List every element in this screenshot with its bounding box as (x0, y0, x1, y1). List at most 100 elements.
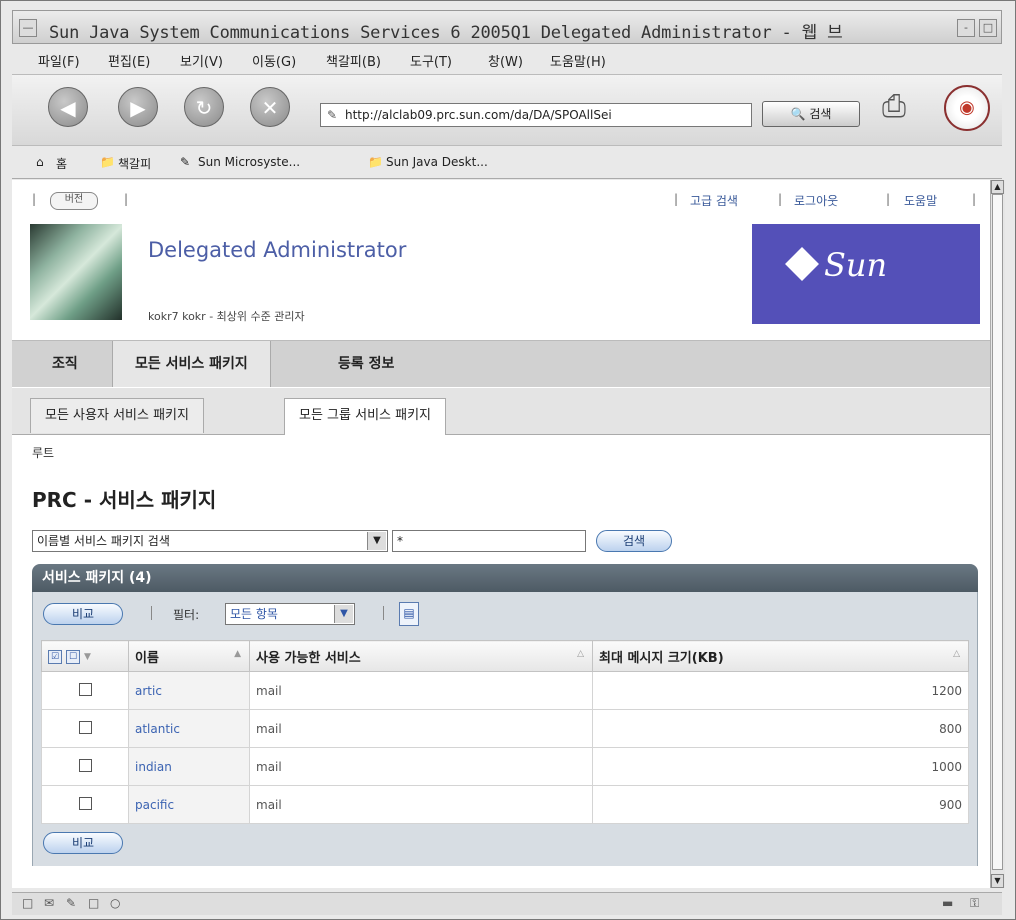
nav-toolbar: ◀ ▶ ↻ ✕ ✎ http://alclab09.prc.sun.com/da… (12, 74, 1002, 146)
search-input[interactable]: * (392, 530, 586, 552)
back-icon[interactable]: ◀ (48, 87, 88, 127)
service-packages-table: ☑ ☐ ▼ 이름▲ 사용 가능한 서비스△ 최대 메시지 크기(KB)△ (41, 640, 969, 824)
scroll-up-icon[interactable]: ▲ (991, 180, 1004, 194)
navigator-icon[interactable]: □ (22, 896, 33, 910)
tab-user-service-packages[interactable]: 모든 사용자 서비스 패키지 (30, 398, 204, 433)
web-search-label: 검색 (809, 107, 832, 121)
reload-icon[interactable]: ↻ (184, 87, 224, 127)
menu-window[interactable]: 창(W) (488, 51, 523, 70)
help-link[interactable]: 도움말 (904, 192, 937, 209)
bookmarks-bar: ⌂ 홈 📁 책갈피 ✎ Sun Microsyste... 📁 Sun Java… (12, 148, 1002, 179)
sun-logo: Sun (752, 224, 980, 324)
tab-properties[interactable]: 등록 정보 (316, 341, 416, 387)
address-book-icon[interactable]: □ (88, 896, 99, 910)
status-bar: □ ✉ ✎ □ ○ ▬ ⚿ (12, 892, 1002, 915)
row-checkbox[interactable] (78, 796, 92, 810)
menu-edit[interactable]: 편집(E) (108, 51, 150, 70)
version-button[interactable]: 버전 (50, 192, 98, 210)
column-header-max-size[interactable]: 최대 메시지 크기(KB) △ (592, 640, 969, 672)
advanced-search-link[interactable]: 고급 검색 (690, 192, 738, 209)
menu-help[interactable]: 도움말(H) (550, 51, 606, 70)
table-row: atlantic mail 800 (41, 709, 969, 748)
filter-select[interactable]: 모든 항목 ▼ (225, 603, 355, 625)
size-cell: 1000 (592, 747, 969, 786)
table-header-row: ☑ ☐ ▼ 이름 ▲ 사용 가능한 서비스 △ 최대 메시지 크기(KB) △ (41, 640, 969, 672)
url-text: http://alclab09.prc.sun.com/da/DA/SPOAll… (345, 108, 612, 122)
sort-icon[interactable]: △ (953, 649, 960, 659)
scrollbar-thumb[interactable] (992, 194, 1003, 870)
search-type-value: 이름별 서비스 패키지 검색 (37, 534, 170, 548)
table-row: artic mail 1200 (41, 671, 969, 710)
package-name-link[interactable]: artic (135, 684, 162, 698)
select-all-icon[interactable]: ☑ (48, 650, 62, 664)
mail-icon[interactable]: ✉ (44, 896, 54, 910)
menu-view[interactable]: 보기(V) (180, 51, 223, 70)
app-name: Delegated Administrator (148, 238, 407, 262)
maximize-icon[interactable]: □ (979, 19, 997, 37)
title-bar: — Sun Java System Communications Service… (12, 10, 1002, 44)
table-title: 서비스 패키지 (4) (32, 564, 978, 592)
window-menu-icon[interactable]: — (19, 19, 37, 37)
url-field[interactable]: ✎ http://alclab09.prc.sun.com/da/DA/SPOA… (320, 103, 752, 127)
services-cell: mail (249, 709, 593, 748)
print-icon[interactable]: ⎙ (882, 89, 922, 125)
page-icon[interactable]: ▤ (399, 602, 419, 626)
sun-logo-mark (785, 247, 819, 281)
search-type-select[interactable]: 이름별 서비스 패키지 검색 ▼ (32, 530, 388, 552)
composer-icon[interactable]: ✎ (66, 896, 76, 910)
menu-file[interactable]: 파일(F) (38, 51, 80, 70)
size-cell: 800 (592, 709, 969, 748)
menu-bookmarks[interactable]: 책갈피(B) (326, 51, 381, 70)
sort-asc-icon[interactable]: ▲ (234, 649, 241, 659)
filter-value: 모든 항목 (230, 607, 278, 621)
home-icon[interactable]: ⌂ (36, 155, 44, 169)
bookmark-folder[interactable]: 책갈피 (118, 155, 151, 172)
folder-icon: 📁 (368, 155, 383, 169)
chevron-down-icon: ▼ (334, 605, 353, 623)
page-title: PRC - 서비스 패키지 (32, 488, 217, 512)
stop-icon[interactable]: ✕ (250, 87, 290, 127)
breadcrumb[interactable]: 루트 (32, 444, 54, 461)
vertical-scrollbar[interactable]: ▲ ▼ (990, 180, 1005, 888)
scroll-down-icon[interactable]: ▼ (991, 874, 1004, 888)
search-button[interactable]: 검색 (596, 530, 672, 552)
row-checkbox[interactable] (78, 682, 92, 696)
forward-icon[interactable]: ▶ (118, 87, 158, 127)
column-header-services[interactable]: 사용 가능한 서비스 △ (249, 640, 593, 672)
deselect-all-icon[interactable]: ☐ (66, 650, 80, 664)
sort-icon[interactable]: △ (577, 649, 584, 659)
minimize-icon[interactable]: - (957, 19, 975, 37)
row-checkbox[interactable] (78, 720, 92, 734)
menu-go[interactable]: 이동(G) (252, 51, 296, 70)
services-cell: mail (249, 747, 593, 786)
header-photo (30, 224, 122, 320)
size-cell: 900 (592, 785, 969, 824)
web-search-button[interactable]: 🔍 검색 (762, 101, 860, 127)
menu-bar: 파일(F) 편집(E) 보기(V) 이동(G) 책갈피(B) 도구(T) 창(W… (12, 46, 1002, 72)
logout-link[interactable]: 로그아웃 (794, 192, 838, 209)
page-icon: ✎ (327, 108, 338, 122)
table-row: pacific mail 900 (41, 785, 969, 824)
table-body-panel: ☑ ☐ ▼ 이름▲ 사용 가능한 서비스△ 최대 메시지 크기(KB)△ (32, 636, 978, 866)
column-header-name[interactable]: 이름 ▲ (128, 640, 250, 672)
tab-group-service-packages[interactable]: 모든 그룹 서비스 패키지 (284, 398, 446, 435)
bookmark-desktop[interactable]: Sun Java Deskt... (386, 155, 488, 169)
compare-button-bottom[interactable]: 비교 (43, 832, 123, 854)
bookmark-sun[interactable]: Sun Microsyste... (198, 155, 300, 169)
package-name-link[interactable]: indian (135, 760, 172, 774)
chevron-down-icon: ▼ (84, 652, 91, 662)
tab-all-service-packages[interactable]: 모든 서비스 패키지 (112, 341, 271, 387)
select-column-header: ☑ ☐ ▼ (41, 640, 129, 672)
menu-tools[interactable]: 도구(T) (410, 51, 452, 70)
tab-organization[interactable]: 조직 (30, 341, 100, 387)
row-checkbox[interactable] (78, 758, 92, 772)
package-name-link[interactable]: atlantic (135, 722, 180, 736)
chat-icon[interactable]: ○ (110, 896, 120, 910)
package-name-link[interactable]: pacific (135, 798, 174, 812)
user-info: kokr7 kokr - 최상위 수준 관리자 (148, 310, 305, 323)
compare-button[interactable]: 비교 (43, 603, 123, 625)
home-link[interactable]: 홈 (56, 155, 67, 172)
window-title: Sun Java System Communications Services … (49, 23, 843, 43)
table-row: indian mail 1000 (41, 747, 969, 786)
connection-icon: ▬ (942, 896, 954, 910)
